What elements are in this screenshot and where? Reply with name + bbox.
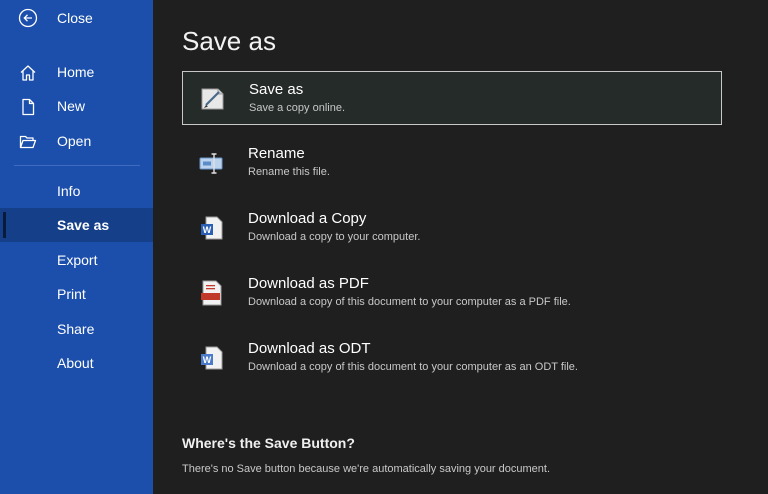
sidebar-item-share[interactable]: Share	[0, 312, 153, 346]
sidebar-item-print[interactable]: Print	[0, 277, 153, 311]
odt-document-icon: W	[201, 346, 223, 370]
sidebar-item-label: Export	[57, 252, 98, 268]
page-title: Save as	[182, 26, 276, 56]
sidebar-item-label: Open	[57, 133, 92, 149]
sidebar-item-label: About	[57, 355, 94, 371]
word-document-icon: W	[201, 216, 223, 240]
back-arrow-icon	[18, 8, 38, 28]
option-description: Download a copy of this document to your…	[248, 296, 571, 308]
pdf-icon	[201, 280, 222, 306]
svg-text:W: W	[203, 355, 212, 365]
option-save-as[interactable]: Save as Save a copy online.	[182, 71, 722, 125]
option-rename[interactable]: Rename Rename this file.	[182, 136, 722, 190]
sidebar-item-about[interactable]: About	[0, 346, 153, 380]
sidebar-item-save-as[interactable]: Save as	[0, 208, 153, 242]
option-description: Save a copy online.	[249, 102, 346, 114]
folder-open-icon	[19, 135, 37, 149]
option-title: Rename	[248, 145, 305, 162]
sidebar-divider	[14, 165, 140, 166]
sidebar-item-label: Home	[57, 64, 95, 80]
sidebar-item-label: Info	[57, 183, 81, 199]
sidebar-item-label: Print	[57, 286, 86, 302]
close-button[interactable]: Close	[0, 0, 153, 36]
option-download-pdf[interactable]: Download as PDF Download a copy of this …	[182, 266, 722, 320]
option-description: Download a copy to your computer.	[248, 231, 421, 243]
close-label: Close	[57, 10, 93, 26]
sidebar-item-new[interactable]: New	[0, 89, 153, 123]
new-document-icon	[22, 98, 35, 116]
option-title: Download a Copy	[248, 210, 367, 227]
save-button-hint-title: Where's the Save Button?	[182, 435, 355, 451]
rename-icon	[199, 153, 223, 174]
app-window: Close Home New Open Info Save as Export …	[0, 0, 768, 494]
option-download-copy[interactable]: W Download a Copy Download a copy to you…	[182, 201, 722, 255]
backstage-sidebar: Close Home New Open Info Save as Export …	[0, 0, 153, 494]
sidebar-item-export[interactable]: Export	[0, 243, 153, 277]
option-description: Rename this file.	[248, 166, 330, 178]
option-title: Save as	[249, 81, 304, 98]
sidebar-item-open[interactable]: Open	[0, 124, 153, 158]
save-button-hint-text: There's no Save button because we're aut…	[182, 463, 551, 475]
sidebar-item-info[interactable]: Info	[0, 174, 153, 208]
sidebar-item-home[interactable]: Home	[0, 55, 153, 89]
save-as-panel: Save as Save as Save a copy online. Rena…	[153, 0, 768, 494]
option-download-odt[interactable]: W Download as ODT Download a copy of thi…	[182, 331, 722, 385]
sidebar-item-label: New	[57, 98, 86, 114]
sidebar-item-label: Save as	[57, 217, 110, 233]
option-title: Download as PDF	[248, 275, 369, 292]
sidebar-item-label: Share	[57, 321, 95, 337]
svg-text:W: W	[203, 225, 212, 235]
home-icon	[20, 65, 36, 81]
save-as-icon	[201, 88, 224, 110]
option-title: Download as ODT	[248, 340, 371, 357]
option-description: Download a copy of this document to your…	[248, 361, 578, 373]
